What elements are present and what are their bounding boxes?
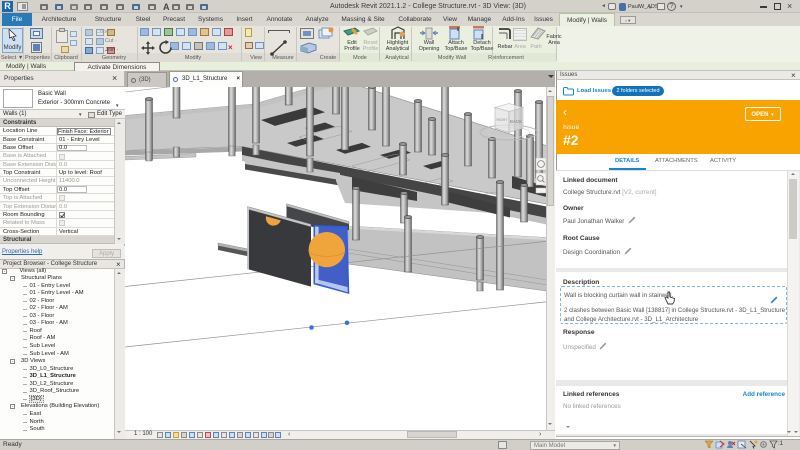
- svg-text:BACK: BACK: [510, 119, 522, 124]
- svg-text:RIGHT: RIGHT: [497, 118, 509, 122]
